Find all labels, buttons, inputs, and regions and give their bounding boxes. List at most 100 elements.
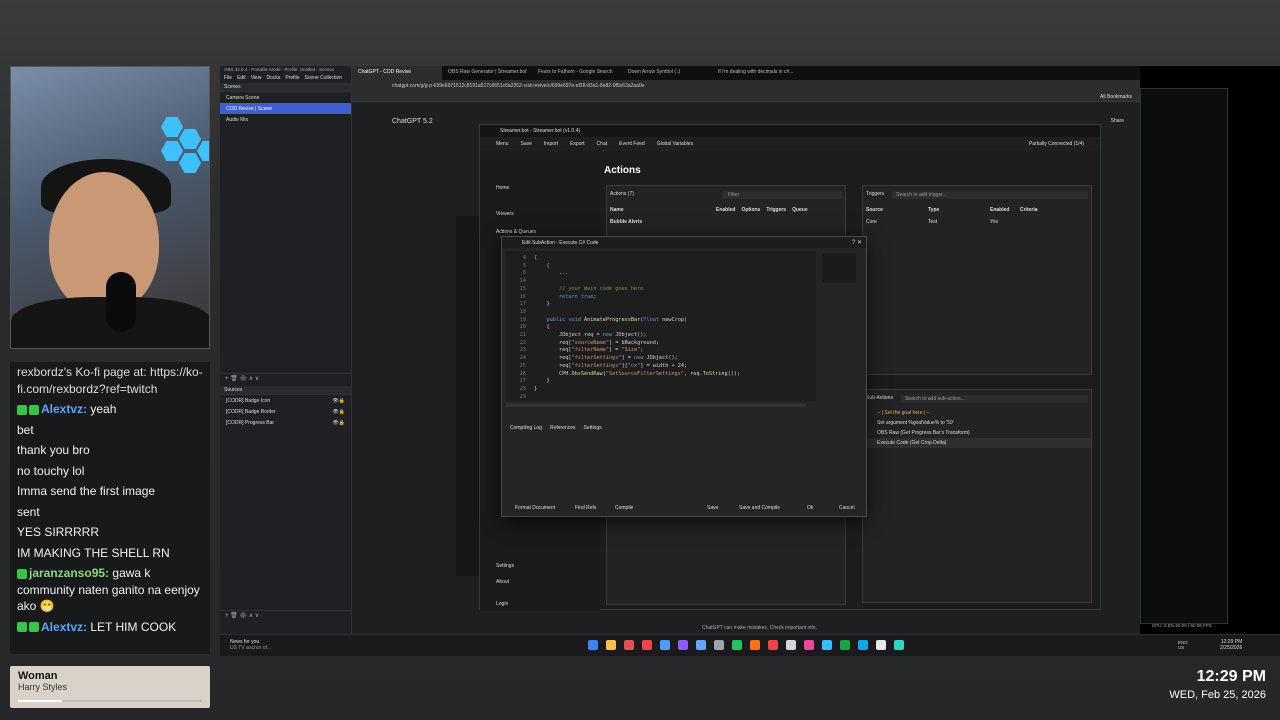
obs-icon[interactable] — [786, 640, 796, 650]
tab-strip: ChatGPT - COD Revive OBS Raw Generator |… — [352, 66, 1140, 80]
eye-icon[interactable]: 👁🔒 — [332, 398, 345, 404]
dialog-title: Edit SubAction - Execute C# Code — [502, 237, 866, 248]
tab-references[interactable]: References — [550, 425, 576, 431]
app-icon[interactable] — [768, 640, 778, 650]
trigger-search-input[interactable]: Search to add trigger... — [892, 191, 1088, 199]
ok-button[interactable]: Ok — [800, 502, 820, 513]
model-selector[interactable]: ChatGPT 5.2 — [392, 118, 433, 125]
save-button[interactable]: Save — [521, 141, 532, 147]
find-refs-button[interactable]: Find Refs — [568, 502, 603, 513]
save-and-compile-button[interactable]: Save and Compile — [732, 502, 787, 513]
tab-obs-raw[interactable]: OBS Raw Generator | Streamer.bot — [442, 66, 532, 80]
menu-docks[interactable]: Docks — [266, 75, 280, 82]
tab-settings[interactable]: Settings — [584, 425, 602, 431]
start-icon[interactable] — [588, 640, 598, 650]
app-icon[interactable] — [750, 640, 760, 650]
address-bar[interactable]: chatgpt.com/g/g-p-699e6971512c8191a517c6… — [352, 80, 1140, 92]
file-explorer-icon[interactable] — [606, 640, 616, 650]
chat-button[interactable]: Chat — [597, 141, 608, 147]
app-icon[interactable] — [804, 640, 814, 650]
chat-panel: rexbordz's Ko-fi page at: https://ko-fi.… — [10, 362, 210, 654]
save-button[interactable]: Save — [700, 502, 725, 513]
tab-compiling-log[interactable]: Compiling Log — [510, 425, 542, 431]
nav-home[interactable]: Home — [480, 179, 600, 197]
app-icon[interactable] — [894, 640, 904, 650]
menu-scene-collection[interactable]: Scene Collection — [305, 75, 343, 82]
app-icon[interactable] — [840, 640, 850, 650]
cancel-button[interactable]: Cancel — [832, 502, 862, 513]
code-minimap[interactable] — [822, 253, 856, 283]
app-icon[interactable] — [858, 640, 868, 650]
triggers-pane: Triggers Search to add trigger... Source… — [862, 185, 1092, 375]
line-numbers: 4 5 6 14 15 16 17 18 19 20 21 22 23 24 25 26 27 28 29 — [519, 255, 526, 400]
tab-google[interactable]: Fears to Fathom - Google Search — [532, 66, 622, 80]
song-title: Woman — [18, 670, 58, 682]
compile-button[interactable]: Compile — [608, 502, 640, 513]
menu-file[interactable]: File — [224, 75, 232, 82]
code-editor[interactable]: 4 5 6 14 15 16 17 18 19 20 21 22 23 24 25 26 27 28 29 { { … — [506, 251, 816, 401]
nav-about[interactable]: About — [480, 573, 525, 591]
scene-item[interactable]: Camera Scene — [220, 92, 351, 103]
share-button[interactable]: Share — [1111, 118, 1124, 124]
chat-message: no touchy lol — [17, 463, 85, 478]
scene-item[interactable]: Audio Mix — [220, 114, 351, 125]
source-item[interactable]: [CODR] Badge Border 👁🔒 — [220, 406, 351, 417]
subaction-item[interactable]: Set argument %goalValue% to '50' — [863, 418, 1091, 428]
tab-csharp[interactable]: If i'm dealing with decimals in c#... — [712, 66, 802, 80]
clock-time: 12:29 PM — [1196, 668, 1266, 685]
subactions-label: Sub-Actions — [866, 395, 893, 401]
close-icon[interactable]: ? ✕ — [852, 239, 862, 246]
browser-icon[interactable] — [642, 640, 652, 650]
subaction-search-input[interactable]: Search to add sub-action... — [900, 395, 1088, 403]
menu-view[interactable]: View — [251, 75, 262, 82]
app-icon[interactable] — [678, 640, 688, 650]
triggers-label: Triggers — [866, 191, 885, 197]
app-icon[interactable] — [660, 640, 670, 650]
scenes-toolbar[interactable]: + 🗑 ⚙ ∧ ∨ — [220, 373, 351, 383]
action-group[interactable]: Bubble Alerts — [607, 216, 845, 228]
chat-message: jaranzanso95: gawa k community naten gan… — [17, 566, 200, 613]
source-item[interactable]: [CODR] Progress Bar 👁🔒 — [220, 417, 351, 428]
scene-item[interactable]: COD Revive | Scene — [220, 103, 351, 114]
tray-clock[interactable]: 12:29 PM 2/25/2026 — [1220, 639, 1242, 651]
filter-input[interactable]: Filter — [722, 191, 842, 199]
import-button[interactable]: Import — [544, 141, 558, 147]
app-icon[interactable] — [624, 640, 634, 650]
subaction-item[interactable]: OBS Raw (Get Progress Bar's Transform) — [863, 428, 1091, 438]
subaction-item[interactable]: Execute Code (Get Crop Delta) — [863, 438, 1091, 448]
sources-toolbar[interactable]: + 🗑 ⚙ ∧ ∨ — [220, 610, 351, 620]
chat-message: Alextvz: LET HIM COOK — [10, 617, 210, 638]
language-indicator[interactable]: ENG US — [1178, 640, 1192, 650]
tab-arrow[interactable]: Down Arrow Symbol (↓) — [622, 66, 712, 80]
format-document-button[interactable]: Format Document — [508, 502, 562, 513]
source-item[interactable]: [CODR] Badge Icon 👁🔒 — [220, 395, 351, 406]
nav-viewers[interactable]: Viewers — [480, 205, 600, 223]
eye-icon[interactable]: 👁🔒 — [332, 420, 345, 426]
chat-message: IM MAKING THE SHELL RN — [17, 545, 170, 560]
obs-stats: CPU: 0.5% 60.00 / 60.00 FPS — [1152, 623, 1212, 628]
notion-icon[interactable] — [876, 640, 886, 650]
chat-message: thank you bro — [17, 443, 90, 457]
tab-chatgpt[interactable]: ChatGPT - COD Revive — [352, 66, 442, 80]
menu-edit[interactable]: Edit — [237, 75, 246, 82]
subaction-item[interactable]: -- | Set the goal here | -- — [863, 408, 1091, 418]
eye-icon[interactable]: 👁🔒 — [332, 409, 345, 415]
menu-profile[interactable]: Profile — [285, 75, 299, 82]
bookmarks-bar: All Bookmarks — [352, 92, 1140, 102]
page-title: Actions — [604, 165, 641, 176]
steam-icon[interactable] — [696, 640, 706, 650]
chat-message: Alextvz: yeah — [10, 399, 210, 420]
export-button[interactable]: Export — [570, 141, 584, 147]
event-feed-button[interactable]: Event Feed — [619, 141, 645, 147]
stream-clock: 12:29 PM WED, Feb 25, 2026 — [1169, 668, 1266, 701]
app-icon[interactable] — [732, 640, 742, 650]
trigger-row[interactable]: Core Test Yes — [863, 216, 1091, 228]
menu-button[interactable]: Menu — [496, 141, 509, 147]
app-icon[interactable] — [714, 640, 724, 650]
connection-status[interactable]: Partially Connected (1/4) — [1029, 141, 1084, 147]
horizontal-scrollbar[interactable] — [506, 403, 806, 407]
nav-login[interactable]: Login — [480, 595, 524, 613]
news-widget[interactable]: News for you US TV anchor of... — [230, 639, 271, 651]
global-variables-button[interactable]: Global Variables — [657, 141, 693, 147]
app-icon[interactable] — [822, 640, 832, 650]
